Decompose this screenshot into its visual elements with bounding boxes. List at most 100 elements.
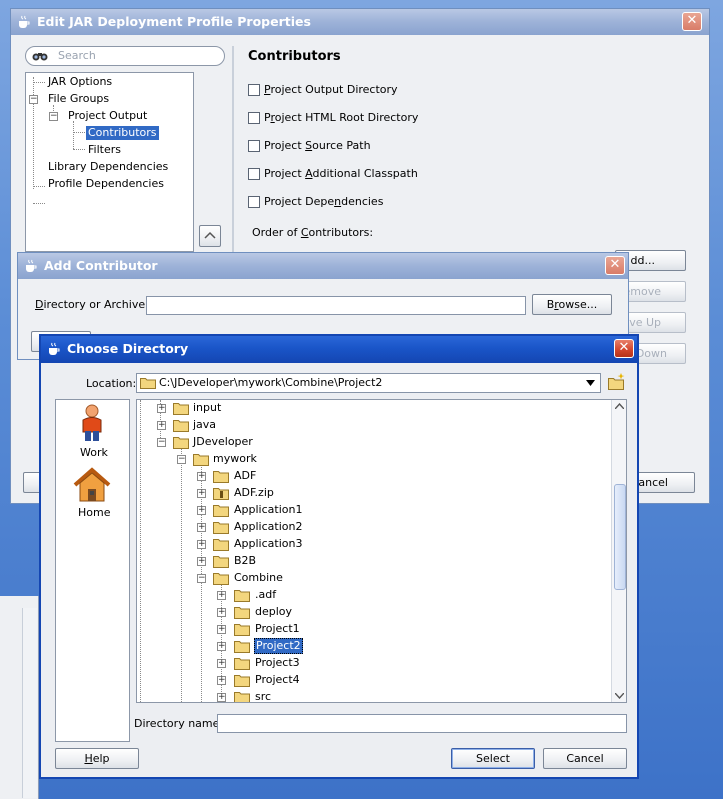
places-panel: Work Home: [55, 399, 130, 742]
nav-item-profile-dependencies[interactable]: Profile Dependencies: [48, 177, 164, 191]
add-dialog-title: Add Contributor: [44, 258, 158, 273]
option-checkbox-output-dir[interactable]: [248, 84, 260, 96]
tree-item-project2[interactable]: Project2: [254, 638, 303, 654]
tree-item-deploy[interactable]: deploy: [255, 605, 292, 619]
tree-item-application1[interactable]: Application1: [234, 503, 302, 517]
expand-toggle[interactable]: +: [197, 557, 206, 566]
expand-toggle[interactable]: +: [157, 421, 166, 430]
tree-item-application3[interactable]: Application3: [234, 537, 302, 551]
scrollbar-thumb[interactable]: [614, 484, 626, 590]
collapse-panel-button[interactable]: [199, 225, 221, 247]
choose-directory-dialog: Choose Directory ✕ Location: C:\JDevelop…: [39, 334, 639, 779]
option-checkbox-source-path[interactable]: [248, 140, 260, 152]
search-box[interactable]: Search: [25, 46, 225, 66]
new-folder-icon[interactable]: [608, 373, 626, 390]
tree-item-project3[interactable]: Project3: [255, 656, 300, 670]
tree-item-combine[interactable]: Combine: [234, 571, 283, 585]
background-scrollbar[interactable]: [22, 608, 37, 798]
tree-item-b2b[interactable]: B2B: [234, 554, 256, 568]
tree-item-application2[interactable]: Application2: [234, 520, 302, 534]
add-dialog-close-button[interactable]: ✕: [605, 256, 625, 275]
folder-icon: [140, 378, 156, 389]
expand-toggle[interactable]: +: [197, 523, 206, 532]
choose-dialog-titlebar: Choose Directory: [41, 336, 637, 363]
nav-item-contributors[interactable]: Contributors: [86, 126, 159, 140]
collapse-toggle[interactable]: −: [197, 574, 206, 583]
browse-button[interactable]: Browse...: [532, 294, 612, 315]
expand-toggle[interactable]: +: [217, 608, 226, 617]
nav-item-library-dependencies[interactable]: Library Dependencies: [48, 160, 168, 174]
location-label: Location:: [86, 377, 137, 390]
search-placeholder: Search: [58, 49, 96, 62]
expand-toggle[interactable]: +: [217, 591, 226, 600]
expand-toggle[interactable]: +: [197, 506, 206, 515]
tree-item-adf-zip[interactable]: ADF.zip: [234, 486, 274, 500]
nav-item-jar-options[interactable]: JAR Options: [48, 75, 112, 89]
option-label-source-path: Project Source Path: [264, 139, 371, 152]
expand-toggle[interactable]: +: [217, 642, 226, 651]
folder-icon: [173, 420, 189, 432]
option-checkbox-html-root[interactable]: [248, 112, 260, 124]
option-checkbox-dependencies[interactable]: [248, 196, 260, 208]
tree-item-java[interactable]: java: [193, 418, 216, 432]
expand-toggle[interactable]: +: [157, 404, 166, 413]
collapse-toggle[interactable]: −: [177, 455, 186, 464]
scroll-up-icon[interactable]: [615, 403, 624, 409]
expand-toggle[interactable]: +: [217, 676, 226, 685]
folder-open-icon: [193, 454, 209, 466]
tree-item-jdeveloper[interactable]: JDeveloper: [193, 435, 253, 449]
option-label-dependencies: Project Dependencies: [264, 195, 384, 208]
tree-item-project4[interactable]: Project4: [255, 673, 300, 687]
option-checkbox-additional-classpath[interactable]: [248, 168, 260, 180]
place-home-label[interactable]: Home: [78, 506, 110, 519]
folder-open-icon: [213, 573, 229, 585]
nav-item-file-groups[interactable]: File Groups: [48, 92, 109, 106]
tree-scrollbar[interactable]: [611, 400, 626, 702]
expand-toggle[interactable]: +: [217, 659, 226, 668]
tree-item-input[interactable]: input: [193, 401, 221, 415]
collapse-toggle[interactable]: −: [157, 438, 166, 447]
person-icon[interactable]: [79, 404, 105, 442]
directory-archive-label: Directory or Archive:: [35, 298, 149, 311]
expand-toggle[interactable]: +: [217, 625, 226, 634]
directory-name-input[interactable]: [217, 714, 627, 733]
section-title: Contributors: [248, 49, 341, 64]
nav-item-filters[interactable]: Filters: [88, 143, 121, 157]
jar-dialog-close-button[interactable]: ✕: [682, 12, 702, 31]
expand-toggle[interactable]: +: [197, 540, 206, 549]
jar-dialog-titlebar: Edit JAR Deployment Profile Properties: [11, 9, 709, 35]
location-combobox[interactable]: C:\JDeveloper\mywork\Combine\Project2: [136, 373, 601, 393]
cancel-button[interactable]: Cancel: [543, 748, 627, 769]
chevron-down-icon[interactable]: [586, 380, 595, 386]
folder-icon: [213, 471, 229, 483]
help-button[interactable]: Help: [55, 748, 139, 769]
nav-tree: − − JAR Options File Groups Project Outp…: [25, 72, 194, 252]
expand-toggle[interactable]: +: [197, 489, 206, 498]
jar-dialog-title: Edit JAR Deployment Profile Properties: [37, 14, 311, 29]
nav-item-project-output[interactable]: Project Output: [68, 109, 147, 123]
add-dialog-titlebar: Add Contributor: [18, 253, 628, 279]
scroll-down-icon[interactable]: [615, 693, 624, 699]
place-work-label[interactable]: Work: [80, 446, 108, 459]
folder-icon: [234, 607, 250, 619]
folder-icon: [234, 658, 250, 670]
expand-toggle[interactable]: +: [197, 472, 206, 481]
tree-item-adf-hidden[interactable]: .adf: [255, 588, 276, 602]
expand-toggle[interactable]: +: [217, 693, 226, 702]
option-label-html-root: Project HTML Root Directory: [264, 111, 419, 124]
collapse-toggle[interactable]: −: [49, 112, 58, 121]
tree-item-mywork[interactable]: mywork: [213, 452, 257, 466]
tree-item-project1[interactable]: Project1: [255, 622, 300, 636]
folder-icon: [234, 675, 250, 687]
folder-icon: [213, 556, 229, 568]
choose-dialog-close-button[interactable]: ✕: [614, 339, 634, 358]
tree-item-src[interactable]: src: [255, 690, 271, 702]
collapse-toggle[interactable]: −: [29, 95, 38, 104]
folder-icon: [213, 539, 229, 551]
folder-icon: [234, 624, 250, 636]
select-button[interactable]: Select: [451, 748, 535, 769]
directory-archive-input[interactable]: [146, 296, 526, 315]
tree-item-adf[interactable]: ADF: [234, 469, 256, 483]
order-label: Order of Contributors:: [252, 226, 374, 239]
house-icon[interactable]: [73, 467, 111, 503]
